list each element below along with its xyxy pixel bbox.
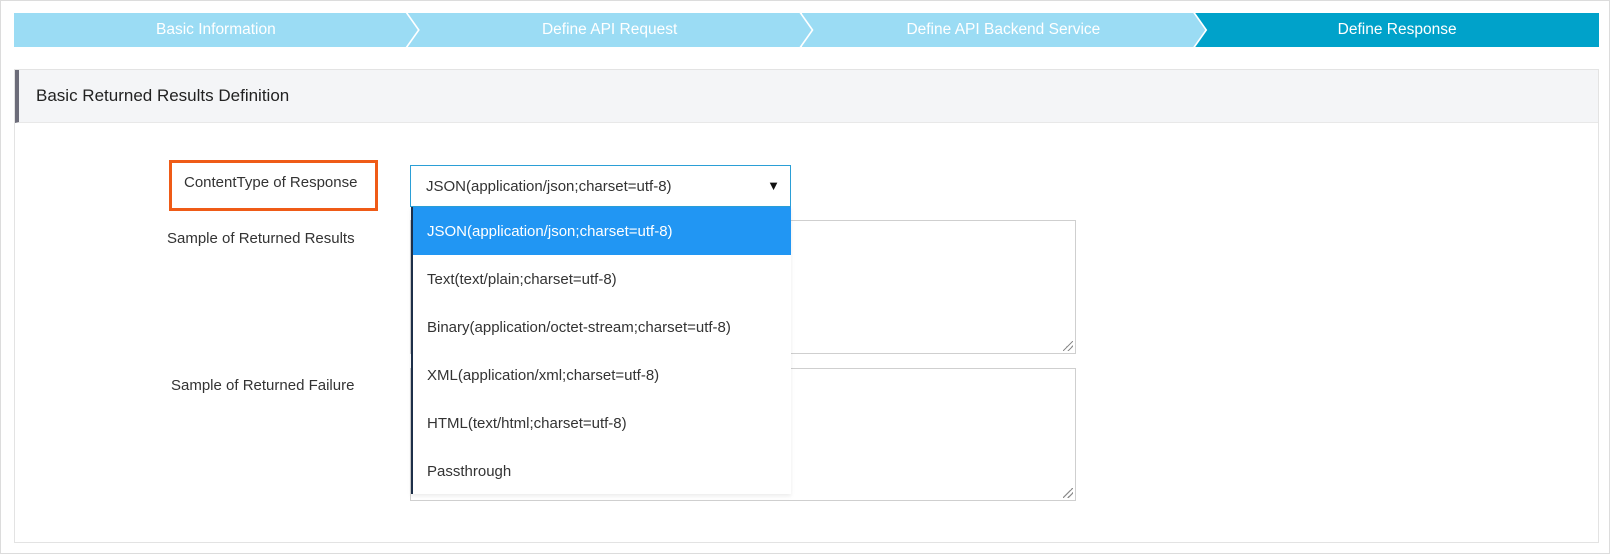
dropdown-option-xml[interactable]: XML(application/xml;charset=utf-8) xyxy=(413,351,791,399)
sample-failure-label: Sample of Returned Failure xyxy=(171,377,355,394)
resize-grip-icon[interactable] xyxy=(1063,488,1073,498)
dropdown-option-json[interactable]: JSON(application/json;charset=utf-8) xyxy=(413,207,791,255)
step-label: Define API Backend Service xyxy=(906,21,1101,38)
page: Basic Information Define API Request Def… xyxy=(0,0,1610,554)
step-define-response[interactable]: Define Response xyxy=(1195,13,1599,47)
step-label: Define Response xyxy=(1337,21,1457,38)
dropdown-option-passthrough[interactable]: Passthrough xyxy=(413,447,791,495)
step-basic-information[interactable]: Basic Information xyxy=(14,13,418,47)
dropdown-option-html[interactable]: HTML(text/html;charset=utf-8) xyxy=(413,399,791,447)
step-label: Basic Information xyxy=(156,21,276,38)
chevron-down-icon[interactable]: ▼ xyxy=(767,178,780,193)
dropdown-option-binary[interactable]: Binary(application/octet-stream;charset=… xyxy=(413,303,791,351)
content-type-label: ContentType of Response xyxy=(184,174,358,191)
step-define-api-request[interactable]: Define API Request xyxy=(408,13,812,47)
content-type-select[interactable]: JSON(application/json;charset=utf-8) ▼ xyxy=(410,165,791,207)
dropdown-option-text[interactable]: Text(text/plain;charset=utf-8) xyxy=(413,255,791,303)
wizard-steps: Basic Information Define API Request Def… xyxy=(14,13,1599,47)
step-label: Define API Request xyxy=(541,21,678,38)
selected-value: JSON(application/json;charset=utf-8) xyxy=(426,177,672,195)
resize-grip-icon[interactable] xyxy=(1063,341,1073,351)
content-type-dropdown: JSON(application/json;charset=utf-8) Tex… xyxy=(411,207,791,494)
section-title: Basic Returned Results Definition xyxy=(15,70,1598,123)
step-define-api-backend-service[interactable]: Define API Backend Service xyxy=(802,13,1206,47)
sample-results-label: Sample of Returned Results xyxy=(167,230,355,247)
